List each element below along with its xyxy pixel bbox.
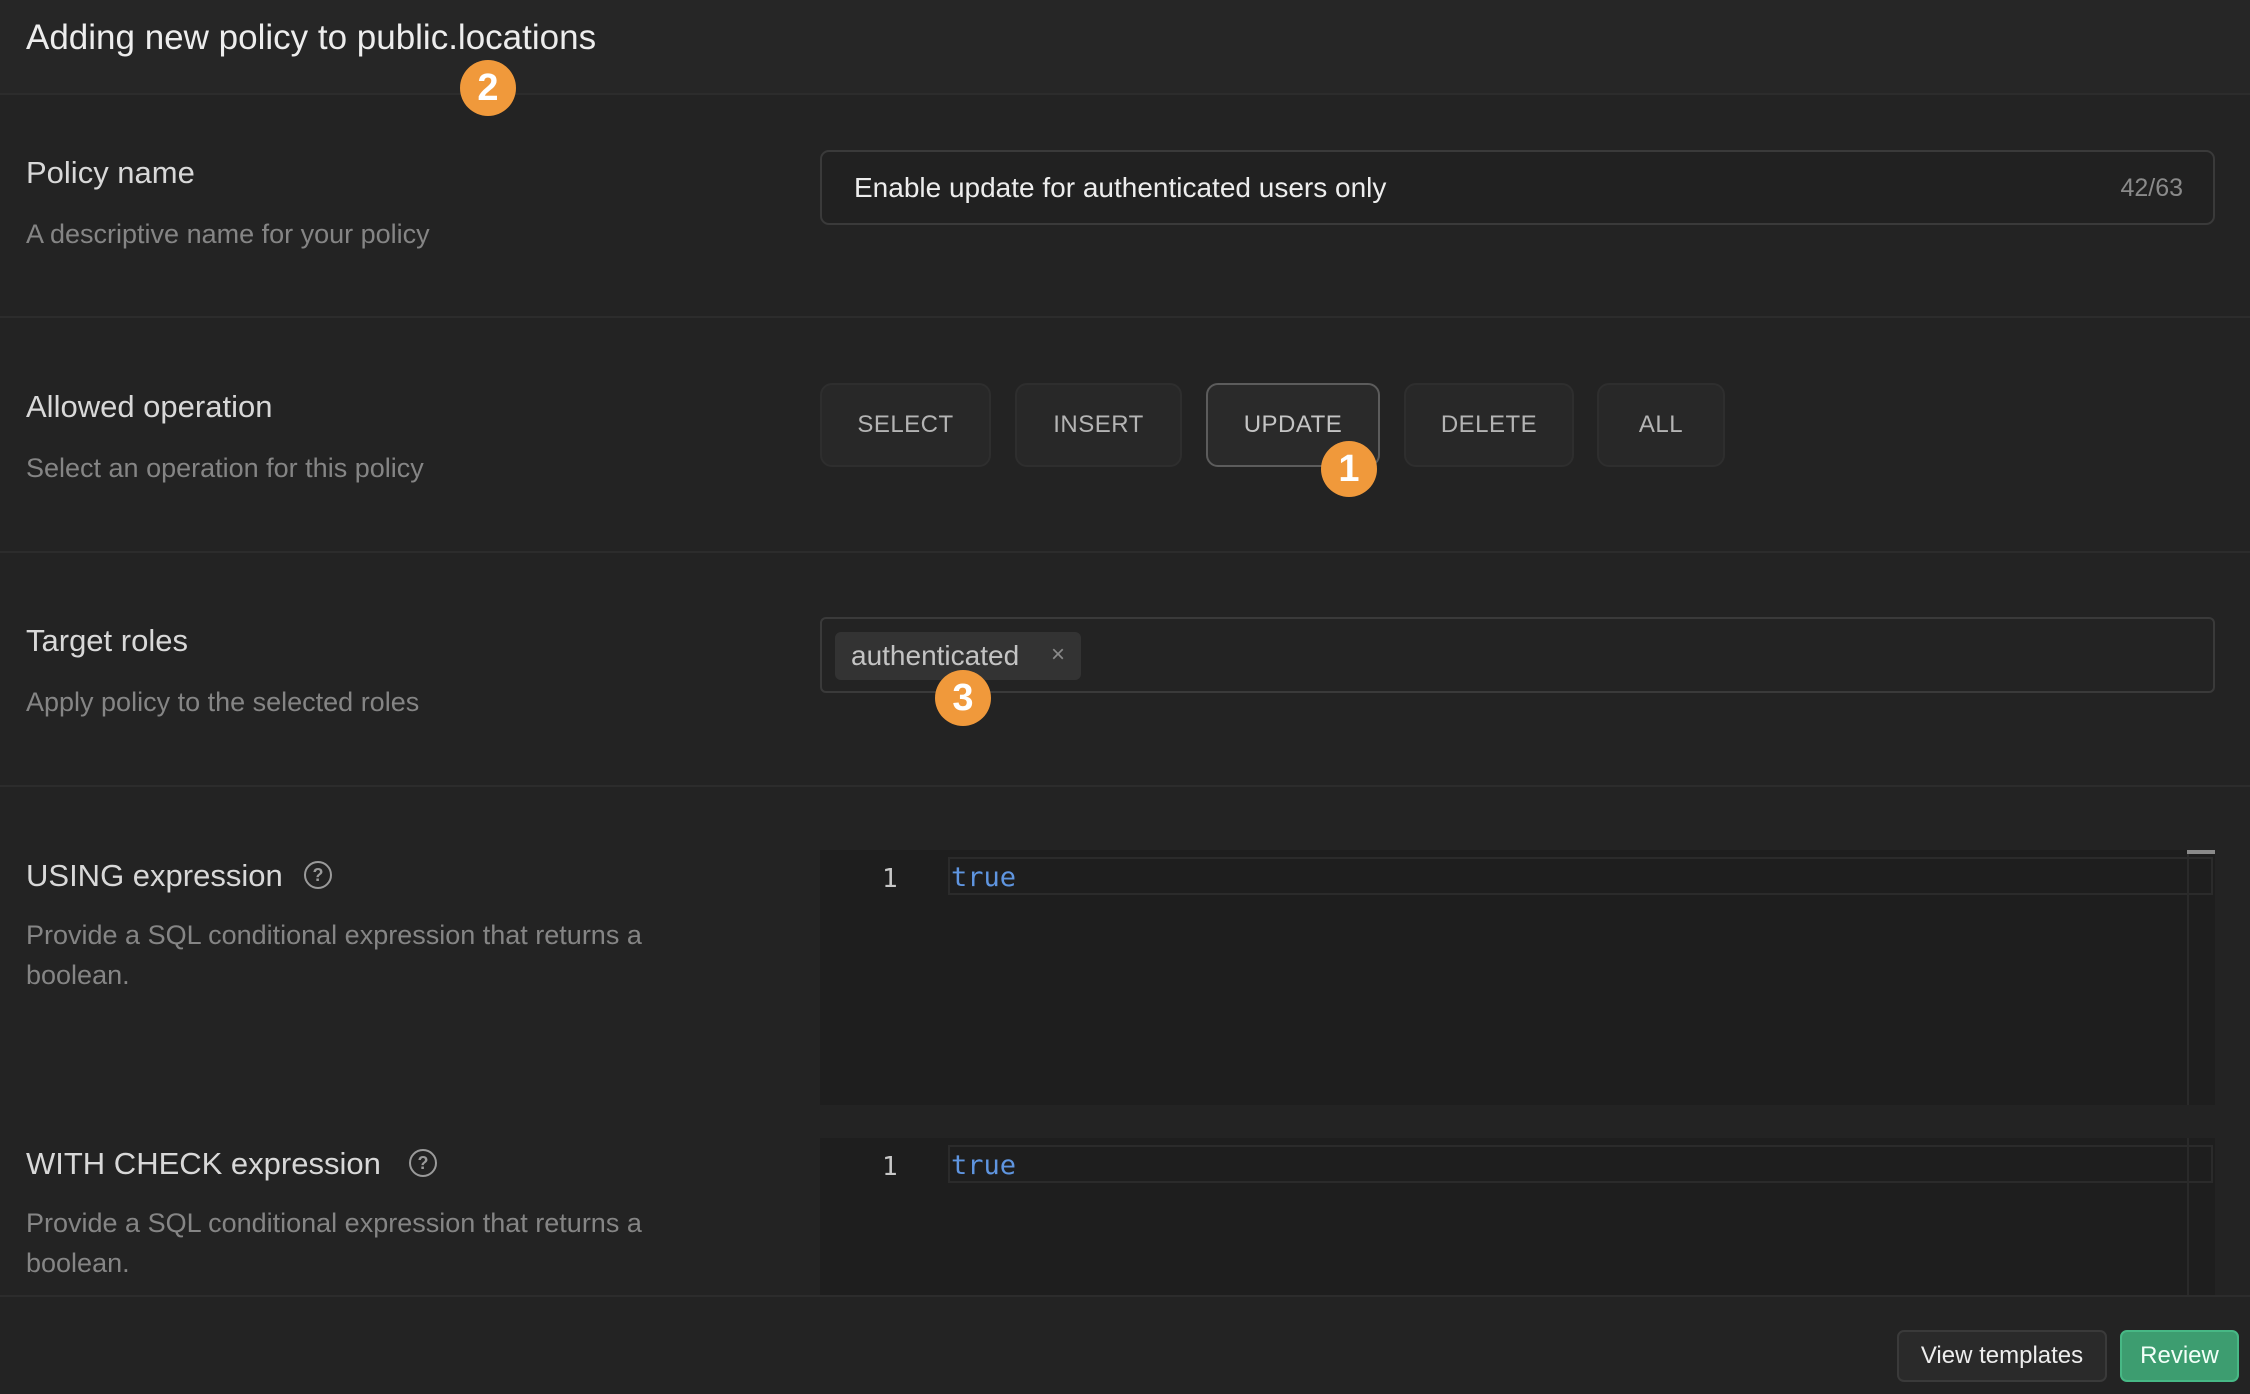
page-title: Adding new policy to public.locations xyxy=(26,18,597,57)
section-divider xyxy=(0,316,2250,318)
character-count: 42/63 xyxy=(2120,174,2183,202)
with-check-expression-description: Provide a SQL conditional expression tha… xyxy=(26,1208,642,1278)
allowed-operation-label: Allowed operation xyxy=(26,389,273,424)
role-chip-label: authenticated xyxy=(851,640,1020,671)
policy-name-description: A descriptive name for your policy xyxy=(26,219,430,249)
footer: View templates Review xyxy=(0,1295,2250,1394)
line-number: 1 xyxy=(882,1152,898,1182)
policy-name-label: Policy name xyxy=(26,155,195,190)
current-line-highlight xyxy=(948,857,2213,895)
line-number: 1 xyxy=(882,864,898,894)
code-text[interactable]: true xyxy=(951,862,1016,893)
annotation-marker-3: 3 xyxy=(935,670,991,726)
question-circle-icon[interactable]: ? xyxy=(304,861,332,889)
target-roles-label: Target roles xyxy=(26,623,188,658)
policy-editor-page: Adding new policy to public.locations Po… xyxy=(0,0,2250,1394)
remove-role-icon[interactable]: × xyxy=(1051,641,1065,669)
section-divider xyxy=(0,551,2250,553)
using-expression-description: Provide a SQL conditional expression tha… xyxy=(26,920,642,990)
editor-scrollbar-thumb[interactable] xyxy=(2187,850,2215,854)
code-text[interactable]: true xyxy=(951,1150,1016,1181)
editor-scrollbar[interactable] xyxy=(2187,1138,2189,1295)
target-roles-select[interactable]: authenticated × xyxy=(820,617,2215,693)
review-button[interactable]: Review xyxy=(2120,1330,2239,1382)
operation-all-button[interactable]: ALL xyxy=(1597,383,1725,467)
view-templates-button[interactable]: View templates xyxy=(1897,1330,2107,1382)
header: Adding new policy to public.locations xyxy=(0,0,2250,95)
editor-scrollbar[interactable] xyxy=(2187,850,2189,1105)
operation-select-button[interactable]: SELECT xyxy=(820,383,991,467)
policy-name-input[interactable]: Enable update for authenticated users on… xyxy=(820,150,2215,225)
with-check-expression-editor[interactable]: 1 true xyxy=(820,1138,2215,1295)
current-line-highlight xyxy=(948,1145,2213,1183)
operation-insert-button[interactable]: INSERT xyxy=(1015,383,1182,467)
section-divider xyxy=(0,785,2250,787)
question-circle-icon[interactable]: ? xyxy=(409,1149,437,1177)
target-roles-description: Apply policy to the selected roles xyxy=(26,687,420,717)
allowed-operation-description: Select an operation for this policy xyxy=(26,453,424,483)
annotation-marker-1: 1 xyxy=(1321,441,1377,497)
annotation-marker-2: 2 xyxy=(460,60,516,116)
using-expression-editor[interactable]: 1 true xyxy=(820,850,2215,1105)
policy-name-value[interactable]: Enable update for authenticated users on… xyxy=(854,172,1386,204)
operation-delete-button[interactable]: DELETE xyxy=(1404,383,1574,467)
with-check-expression-label: WITH CHECK expression xyxy=(26,1146,381,1181)
using-expression-label: USING expression xyxy=(26,858,283,893)
